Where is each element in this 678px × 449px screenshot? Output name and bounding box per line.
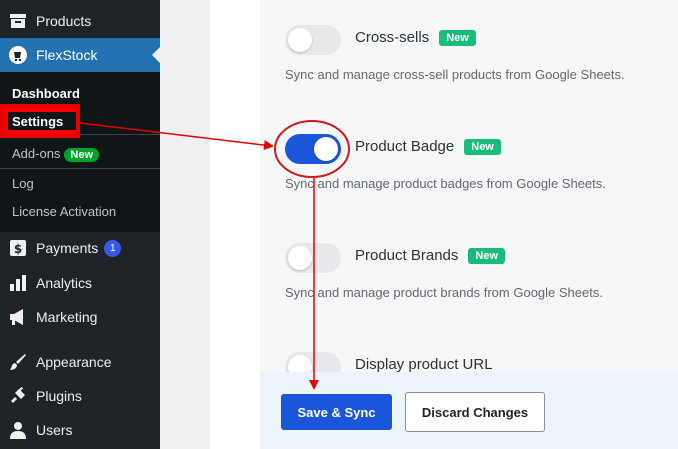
submenu-divider bbox=[0, 168, 160, 169]
sidebar-item-plugins[interactable]: Plugins bbox=[0, 379, 160, 413]
product-badge-toggle[interactable] bbox=[285, 134, 341, 164]
content-panel-edge bbox=[210, 0, 260, 449]
setting-title-text: Product Badge bbox=[355, 138, 455, 155]
toggle-knob bbox=[314, 137, 338, 161]
new-badge: New bbox=[468, 247, 506, 264]
setting-description: Sync and manage product brands from Goog… bbox=[285, 285, 603, 300]
sidebar-item-marketing[interactable]: Marketing bbox=[0, 300, 160, 334]
setting-title: Product Badge New bbox=[355, 138, 501, 155]
payments-count-badge: 1 bbox=[104, 239, 122, 257]
setting-description: Sync and manage product badges from Goog… bbox=[285, 176, 606, 191]
sidebar-item-payments[interactable]: $ Payments 1 bbox=[0, 231, 160, 265]
submenu-addons-label: Add-ons bbox=[12, 146, 61, 161]
cross-sells-toggle[interactable] bbox=[285, 25, 341, 55]
setting-title-text: Cross-sells bbox=[355, 29, 430, 46]
content-margin bbox=[160, 0, 210, 449]
discard-changes-button[interactable]: Discard Changes bbox=[405, 392, 545, 432]
megaphone-icon bbox=[8, 307, 28, 327]
new-badge: New bbox=[64, 148, 100, 162]
sidebar-item-analytics[interactable]: Analytics bbox=[0, 266, 160, 300]
product-brands-toggle[interactable] bbox=[285, 243, 341, 273]
sidebar-item-users[interactable]: Users bbox=[0, 413, 160, 447]
user-icon bbox=[8, 420, 28, 440]
setting-description: Sync and manage cross-sell products from… bbox=[285, 67, 625, 82]
plug-icon bbox=[8, 386, 28, 406]
sidebar-item-label: Users bbox=[36, 422, 73, 438]
submenu-dashboard[interactable]: Dashboard bbox=[12, 86, 80, 101]
sidebar-item-label: FlexStock bbox=[36, 47, 98, 63]
submenu-log[interactable]: Log bbox=[12, 176, 34, 191]
new-badge: New bbox=[464, 138, 501, 155]
submenu-settings[interactable]: Settings bbox=[12, 114, 63, 129]
setting-title-text: Product Brands bbox=[355, 247, 459, 264]
setting-title: Display product URL bbox=[355, 356, 493, 373]
sidebar-item-label: Marketing bbox=[36, 309, 98, 325]
flexstock-submenu: Dashboard Add-ons New Log License Activat… bbox=[0, 72, 160, 232]
settings-highlight-box: Settings bbox=[0, 104, 80, 138]
toggle-knob bbox=[288, 28, 312, 52]
sidebar-item-label: Products bbox=[36, 13, 92, 29]
admin-sidebar: Products FlexStock Dashboard Add-ons New … bbox=[0, 0, 160, 449]
submenu-license-activation[interactable]: License Activation bbox=[12, 204, 116, 219]
new-badge: New bbox=[439, 29, 476, 46]
bar-chart-icon bbox=[8, 273, 28, 293]
archive-icon bbox=[8, 11, 28, 31]
sidebar-item-products[interactable]: Products bbox=[0, 4, 160, 38]
setting-title-text: Display product URL bbox=[355, 356, 493, 373]
flexstock-logo-icon bbox=[8, 45, 28, 65]
sidebar-item-label: Payments bbox=[36, 240, 99, 256]
setting-title: Product Brands New bbox=[355, 247, 506, 264]
paintbrush-icon bbox=[8, 352, 28, 372]
save-sync-button[interactable]: Save & Sync bbox=[281, 394, 392, 430]
sidebar-item-label: Appearance bbox=[36, 354, 112, 370]
submenu-addons[interactable]: Add-ons New bbox=[12, 146, 100, 162]
setting-title: Cross-sells New bbox=[355, 29, 476, 46]
sidebar-item-flexstock[interactable]: FlexStock bbox=[0, 38, 160, 72]
svg-text:$: $ bbox=[14, 242, 22, 256]
sidebar-item-appearance[interactable]: Appearance bbox=[0, 345, 160, 379]
toggle-knob bbox=[288, 246, 312, 270]
sidebar-item-label: Analytics bbox=[36, 275, 93, 291]
dollar-icon: $ bbox=[8, 238, 28, 258]
sidebar-item-label: Plugins bbox=[36, 388, 82, 404]
